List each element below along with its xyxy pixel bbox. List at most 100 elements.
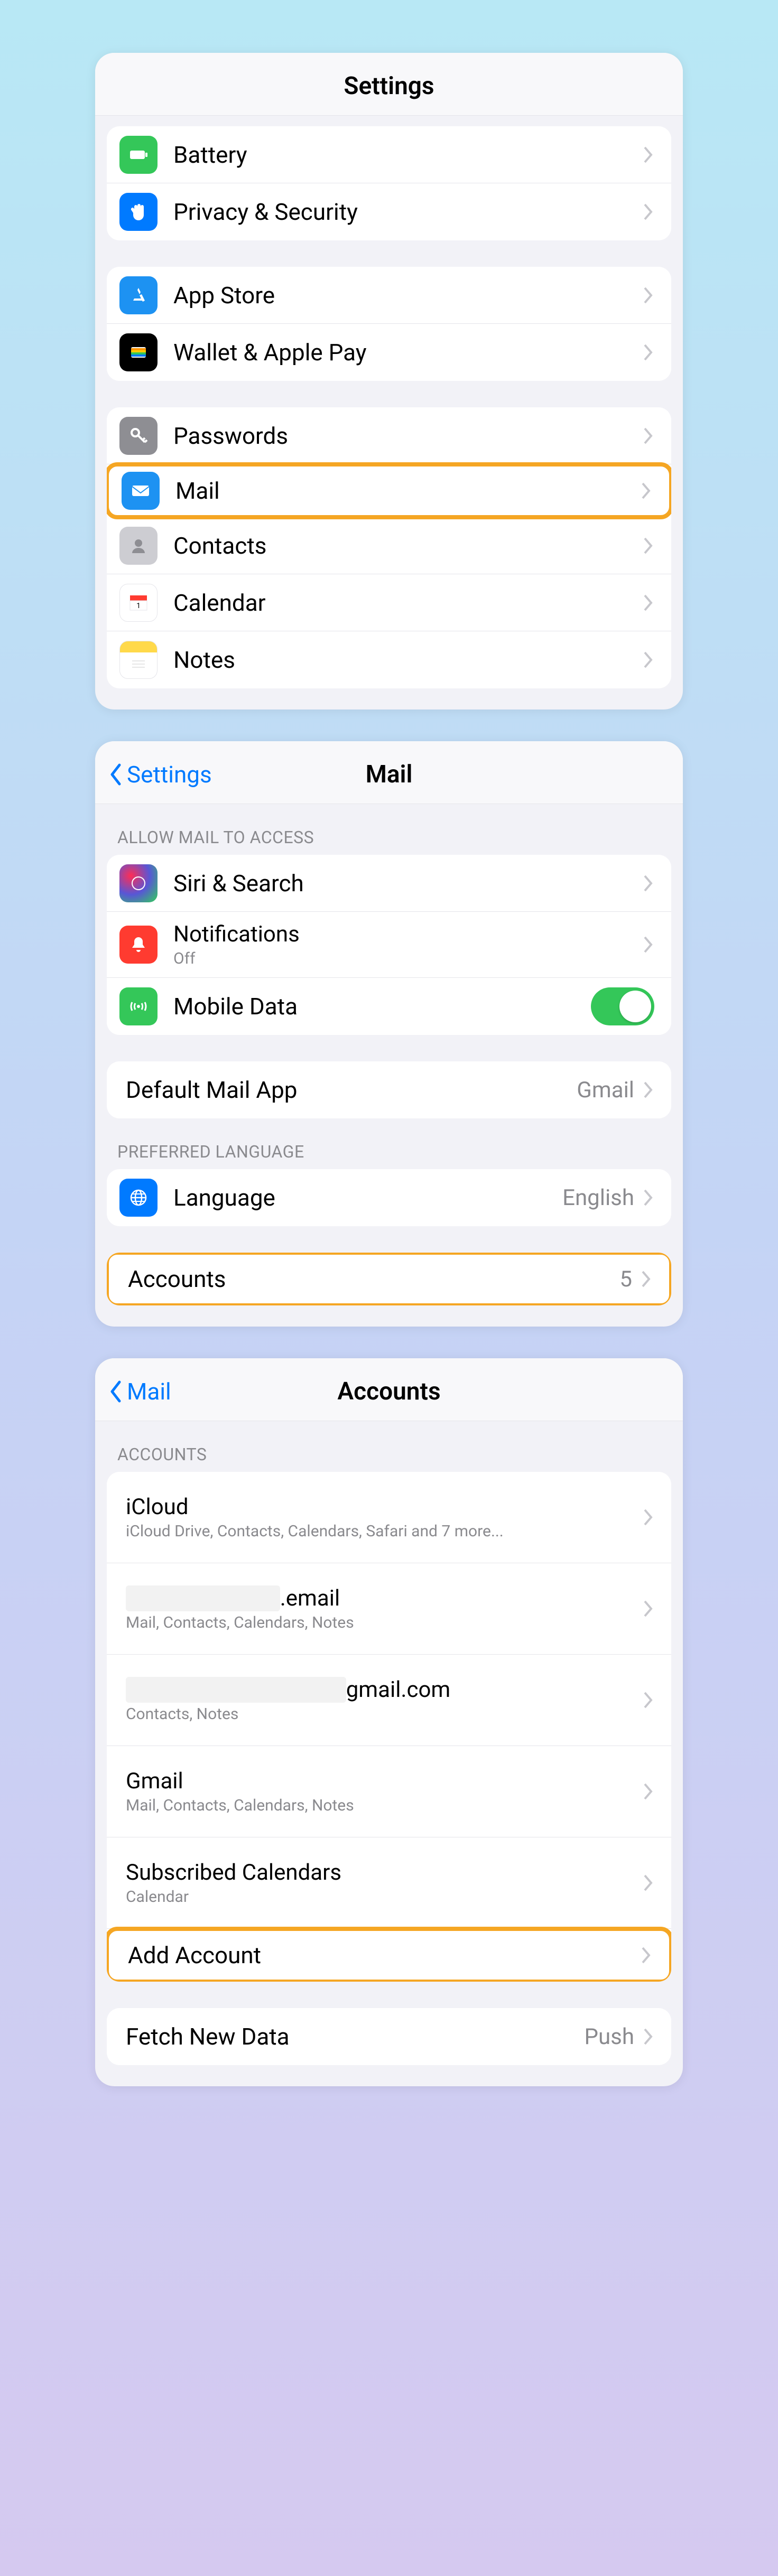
account-sub: Mail, Contacts, Calendars, Notes — [126, 1796, 643, 1815]
back-label: Settings — [127, 761, 212, 788]
notes-icon — [119, 641, 158, 679]
row-label: Accounts — [128, 1265, 619, 1293]
chevron-right-icon — [643, 145, 654, 164]
chevron-right-icon — [641, 1270, 652, 1289]
bell-icon — [119, 926, 158, 964]
chevron-right-icon — [643, 1508, 654, 1527]
siri-icon — [119, 864, 158, 902]
row-mobile-data[interactable]: Mobile Data — [107, 978, 671, 1035]
account-row-icloud[interactable]: iCloud iCloud Drive, Contacts, Calendars… — [107, 1472, 671, 1563]
row-fetch-new-data[interactable]: Fetch New Data Push — [107, 2008, 671, 2065]
group-default-app: Default Mail App Gmail — [107, 1061, 671, 1118]
row-language[interactable]: Language English — [107, 1169, 671, 1226]
chevron-right-icon — [643, 286, 654, 305]
row-notes[interactable]: Notes — [107, 631, 671, 688]
panel-settings: Settings Battery Privacy & Security — [95, 53, 683, 710]
row-label: Privacy & Security — [173, 198, 643, 226]
account-title: xxxxxxxxxxxxxx.email — [126, 1585, 643, 1611]
chevron-right-icon — [643, 536, 654, 555]
battery-icon — [119, 136, 158, 174]
panel-header: Settings — [95, 53, 683, 116]
svg-text:1: 1 — [136, 602, 141, 610]
row-label: Fetch New Data — [126, 2023, 585, 2050]
group-fetch: Fetch New Data Push — [107, 2008, 671, 2065]
section-header-access: ALLOW MAIL TO ACCESS — [95, 804, 683, 855]
row-mail[interactable]: Mail — [107, 462, 671, 519]
row-wallet[interactable]: Wallet & Apple Pay — [107, 324, 671, 381]
toggle-mobile-data[interactable] — [591, 987, 654, 1025]
chevron-right-icon — [641, 481, 652, 500]
account-row-email[interactable]: xxxxxxxxxxxxxx.email Mail, Contacts, Cal… — [107, 1563, 671, 1655]
chevron-right-icon — [643, 1188, 654, 1207]
row-value: English — [562, 1185, 634, 1211]
back-button[interactable]: Mail — [108, 1378, 171, 1405]
row-notifications[interactable]: Notifications Off — [107, 912, 671, 978]
row-add-account[interactable]: Add Account — [107, 1927, 671, 1982]
contacts-icon — [119, 527, 158, 565]
calendar-icon: 1 — [119, 584, 158, 622]
appstore-icon — [119, 276, 158, 314]
redacted-text: xxxxxxxxxxxxxx — [126, 1585, 280, 1611]
panel-header: Mail Accounts — [95, 1358, 683, 1421]
panel-header: Settings Mail — [95, 741, 683, 804]
row-label: Passwords — [173, 422, 643, 450]
chevron-right-icon — [641, 1946, 652, 1965]
account-sub: Contacts, Notes — [126, 1705, 643, 1723]
chevron-right-icon — [643, 1782, 654, 1801]
account-sub: Mail, Contacts, Calendars, Notes — [126, 1613, 643, 1632]
chevron-right-icon — [643, 343, 654, 362]
chevron-right-icon — [643, 650, 654, 669]
row-label: Mail — [175, 477, 641, 505]
row-value: 5 — [619, 1266, 632, 1292]
key-icon — [119, 417, 158, 455]
chevron-left-icon — [108, 762, 124, 787]
row-label: Default Mail App — [126, 1076, 577, 1104]
account-sub: Calendar — [126, 1888, 643, 1906]
row-battery[interactable]: Battery — [107, 126, 671, 183]
mail-icon — [122, 472, 160, 510]
row-privacy[interactable]: Privacy & Security — [107, 183, 671, 240]
account-row-gmail[interactable]: Gmail Mail, Contacts, Calendars, Notes — [107, 1746, 671, 1837]
chevron-right-icon — [643, 1080, 654, 1099]
chevron-right-icon — [643, 593, 654, 612]
chevron-right-icon — [643, 1873, 654, 1892]
row-passwords[interactable]: Passwords — [107, 407, 671, 464]
row-siri[interactable]: Siri & Search — [107, 855, 671, 912]
account-title: Subscribed Calendars — [126, 1860, 643, 1886]
row-label: Language — [173, 1184, 562, 1211]
chevron-left-icon — [108, 1379, 124, 1404]
row-value: Push — [585, 2024, 634, 2050]
row-appstore[interactable]: App Store — [107, 267, 671, 324]
row-contacts[interactable]: Contacts — [107, 517, 671, 574]
row-label: Calendar — [173, 589, 643, 617]
antenna-icon — [119, 987, 158, 1025]
row-label: Siri & Search — [173, 870, 643, 897]
row-value: Gmail — [577, 1077, 634, 1103]
back-label: Mail — [127, 1378, 171, 1405]
chevron-right-icon — [643, 426, 654, 445]
hand-icon — [119, 193, 158, 231]
section-header-accounts: ACCOUNTS — [95, 1421, 683, 1472]
back-button[interactable]: Settings — [108, 761, 212, 788]
account-row-gmail-personal[interactable]: xxxxxxxxxxxxxxxxxxxxgmail.com Contacts, … — [107, 1655, 671, 1746]
row-label: Mobile Data — [173, 993, 591, 1020]
chevron-right-icon — [643, 202, 654, 221]
globe-icon — [119, 1179, 158, 1217]
row-label: Add Account — [128, 1942, 641, 1969]
row-calendar[interactable]: 1 Calendar — [107, 574, 671, 631]
group-apps: Passwords Mail Contacts 1 — [107, 407, 671, 688]
row-label: Contacts — [173, 532, 643, 559]
account-row-subscribed-cal[interactable]: Subscribed Calendars Calendar — [107, 1837, 671, 1929]
chevron-right-icon — [643, 935, 654, 954]
page-title: Accounts — [337, 1377, 440, 1406]
group-store: App Store Wallet & Apple Pay — [107, 267, 671, 381]
group-accounts-list: iCloud iCloud Drive, Contacts, Calendars… — [107, 1472, 671, 1982]
wallet-icon — [119, 333, 158, 371]
row-default-mail-app[interactable]: Default Mail App Gmail — [107, 1061, 671, 1118]
account-sub: iCloud Drive, Contacts, Calendars, Safar… — [126, 1522, 643, 1541]
row-label: App Store — [173, 282, 643, 309]
group-general: Battery Privacy & Security — [107, 126, 671, 240]
group-language: Language English — [107, 1169, 671, 1226]
row-label: Wallet & Apple Pay — [173, 339, 643, 366]
row-accounts[interactable]: Accounts 5 — [107, 1253, 671, 1305]
